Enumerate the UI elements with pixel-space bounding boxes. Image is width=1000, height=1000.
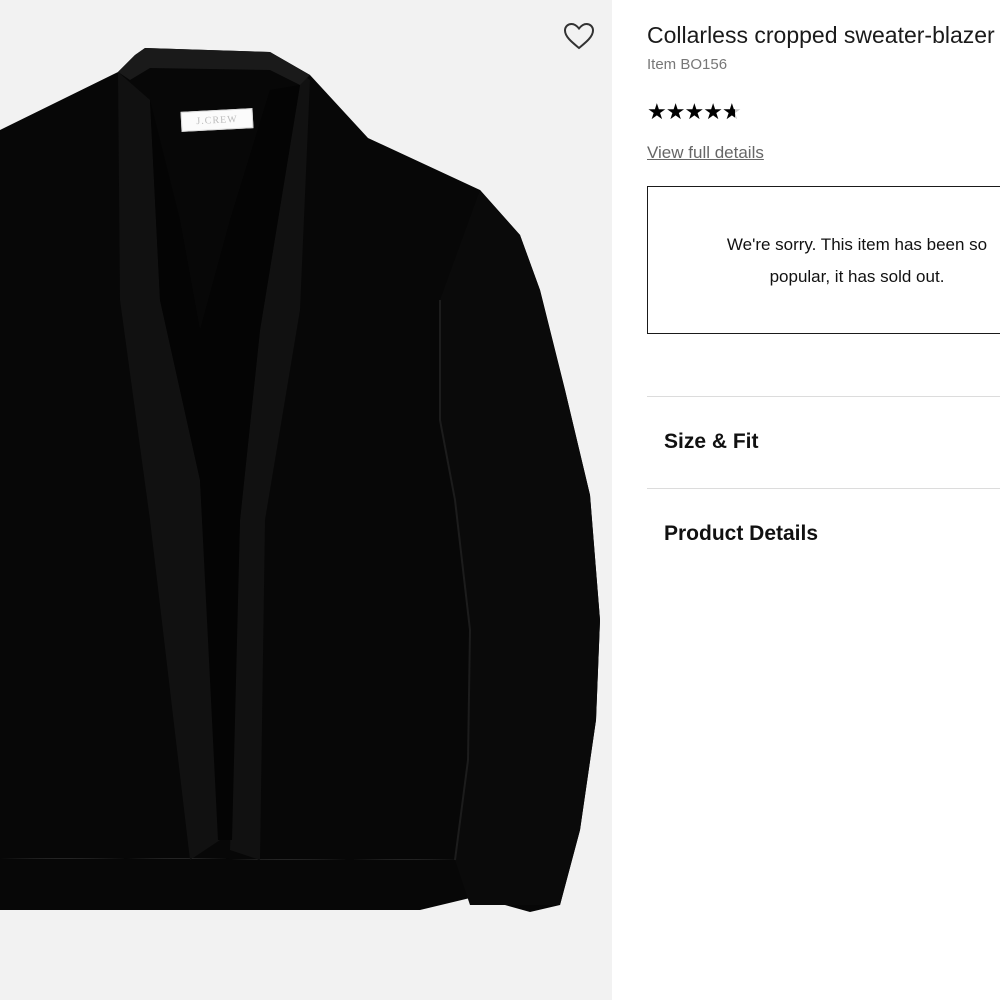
product-info-panel: Collarless cropped sweater-blazer Item B…: [647, 0, 1000, 1000]
divider: [647, 396, 1000, 397]
star-icon: ★: [684, 99, 704, 124]
heart-outline-icon: [563, 22, 595, 50]
star-icon: ★: [703, 99, 723, 124]
sold-out-message: We're sorry. This item has been so popul…: [648, 229, 1000, 293]
product-details-accordion[interactable]: Product Details: [664, 522, 818, 546]
brand-tag: J.CREW: [180, 108, 254, 132]
rating-stars[interactable]: ★ ★ ★ ★ ★ ★: [647, 99, 742, 124]
view-full-details-link[interactable]: View full details: [647, 143, 764, 163]
sold-out-notice: We're sorry. This item has been so popul…: [647, 186, 1000, 334]
size-fit-accordion[interactable]: Size & Fit: [664, 430, 759, 454]
item-code: Item BO156: [647, 56, 728, 73]
sold-out-line-1: We're sorry. This item has been so: [726, 235, 988, 254]
favorite-button[interactable]: [561, 18, 597, 54]
star-icon: ★ ★: [721, 99, 742, 124]
product-title: Collarless cropped sweater-blazer: [647, 22, 995, 48]
sold-out-line-2: popular, it has sold out.: [769, 267, 945, 286]
divider: [647, 488, 1000, 489]
product-image[interactable]: J.CREW: [0, 0, 612, 1000]
star-icon: ★: [665, 99, 686, 124]
sweater-blazer-image: [0, 48, 600, 912]
star-icon: ★: [647, 99, 667, 124]
